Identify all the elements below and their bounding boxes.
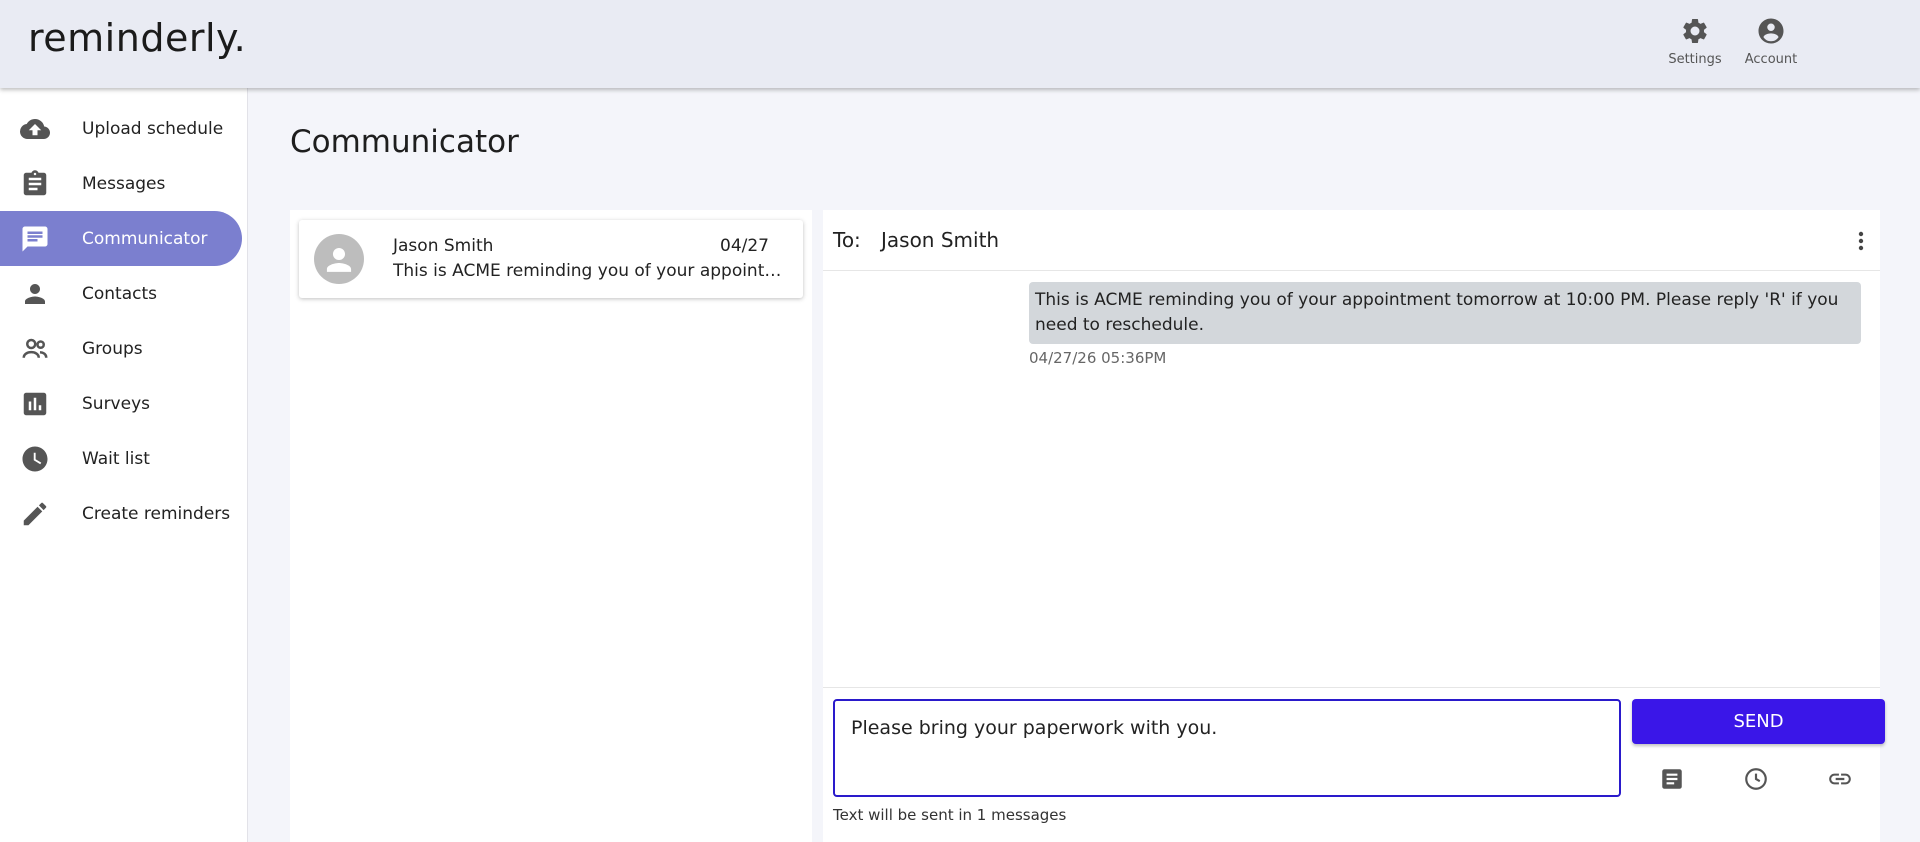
sidebar-item-contacts[interactable]: Contacts: [0, 266, 242, 321]
page-title: Communicator: [290, 124, 519, 160]
conversation-name: Jason Smith: [393, 236, 494, 256]
link-icon[interactable]: [1827, 766, 1853, 792]
sidebar-item-wait-list[interactable]: Wait list: [0, 431, 242, 486]
clock-icon: [22, 446, 48, 471]
sidebar-item-label: Create reminders: [82, 503, 231, 524]
sidebar-nav: Upload schedule Messages Communicator Co…: [0, 88, 248, 842]
compose-area: SEND Text will be sent in 1 messages: [823, 687, 1885, 842]
template-icon[interactable]: [1659, 766, 1685, 792]
more-vert-icon[interactable]: [1854, 228, 1868, 254]
recipient-bar: To: Jason Smith: [823, 210, 1880, 271]
conversation-preview: This is ACME reminding you of your appoi…: [393, 261, 789, 281]
sidebar-item-upload-schedule[interactable]: Upload schedule: [0, 101, 242, 156]
person-icon: [326, 247, 352, 272]
sidebar-item-groups[interactable]: Groups: [0, 321, 242, 376]
sidebar-item-label: Groups: [82, 338, 143, 359]
sidebar-item-create-reminders[interactable]: Create reminders: [0, 486, 242, 541]
conversation-date: 04/27: [720, 236, 769, 256]
account-label: Account: [1744, 52, 1798, 67]
app-header: reminderly. Settings Account: [0, 0, 1920, 88]
app-logo[interactable]: reminderly.: [28, 16, 246, 60]
schedule-clock-icon[interactable]: [1743, 766, 1769, 792]
person-icon: [25, 283, 45, 304]
conversation-list: Jason Smith 04/27 This is ACME reminding…: [290, 210, 812, 842]
message-count-note: Text will be sent in 1 messages: [833, 806, 1067, 824]
sidebar-item-label: Contacts: [82, 283, 157, 304]
people-icon: [22, 338, 48, 358]
sidebar-item-surveys[interactable]: Surveys: [0, 376, 242, 431]
message-input[interactable]: [833, 699, 1621, 797]
conversation-item[interactable]: Jason Smith 04/27 This is ACME reminding…: [299, 220, 803, 298]
gear-icon: [1683, 18, 1707, 43]
recipient-name: Jason Smith: [881, 228, 1000, 252]
account-button[interactable]: Account: [1736, 16, 1806, 67]
settings-label: Settings: [1668, 52, 1722, 67]
pencil-icon: [23, 502, 47, 525]
cloud-upload-icon: [20, 118, 50, 139]
send-button[interactable]: SEND: [1632, 699, 1885, 744]
clipboard-icon: [23, 169, 47, 195]
chat-icon: [22, 226, 48, 251]
settings-button[interactable]: Settings: [1660, 16, 1730, 67]
sidebar-item-label: Messages: [82, 173, 166, 194]
account-circle-icon: [1758, 18, 1784, 44]
sidebar-item-communicator[interactable]: Communicator: [0, 211, 242, 266]
message-thread-panel: To: Jason Smith This is ACME reminding y…: [823, 210, 1885, 842]
to-label: To:: [833, 228, 861, 252]
message-bubble: This is ACME reminding you of your appoi…: [1029, 282, 1861, 344]
bar-chart-icon: [23, 392, 47, 415]
sidebar-item-messages[interactable]: Messages: [0, 156, 242, 211]
sidebar-item-label: Surveys: [82, 393, 150, 414]
message-timestamp: 04/27/26 05:36PM: [1029, 349, 1167, 367]
avatar: [314, 234, 364, 284]
sidebar-item-label: Wait list: [82, 448, 150, 469]
sidebar-item-label: Upload schedule: [82, 118, 224, 139]
sidebar-item-label: Communicator: [82, 228, 208, 249]
